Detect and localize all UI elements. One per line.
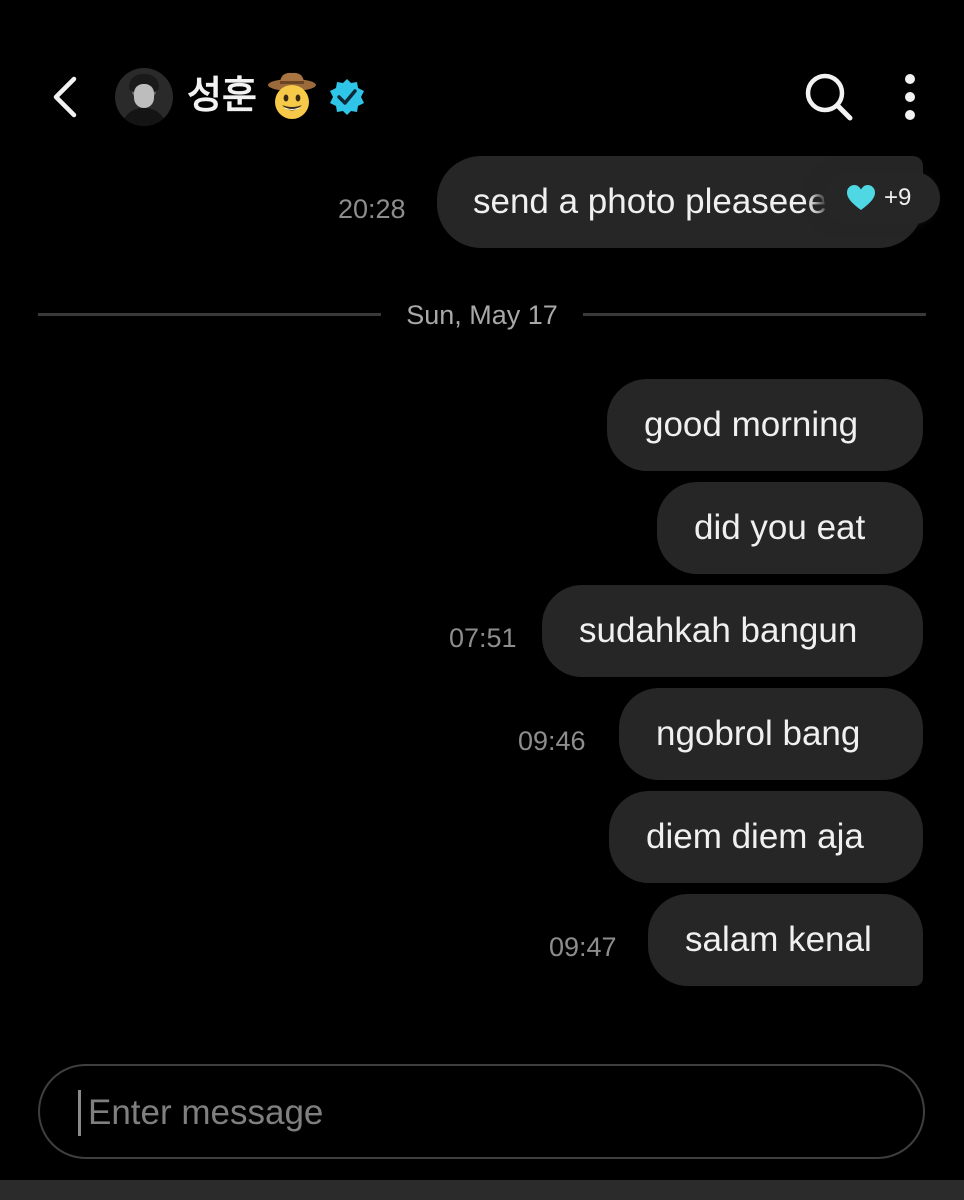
message-text: salam kenal [685, 920, 872, 959]
message-text: sudahkah bangun [579, 611, 858, 650]
heart-icon [847, 185, 875, 210]
message-input[interactable] [86, 1086, 890, 1140]
message-text: send a photo pleaseee [473, 182, 828, 221]
date-separator: Sun, May 17 [406, 300, 558, 330]
back-button[interactable] [40, 72, 90, 122]
date-divider-right [583, 313, 926, 316]
message-bubble[interactable]: diem diem aja [609, 791, 923, 883]
verified-badge-icon [330, 79, 364, 115]
chevron-left-icon [53, 76, 77, 118]
message-time: 07:51 [449, 623, 517, 653]
message-text: good morning [644, 405, 859, 444]
message-time: 09:46 [518, 726, 586, 756]
reaction-count: +9 [884, 184, 912, 211]
reaction-pill[interactable]: +9 [824, 172, 940, 224]
message-time: 09:47 [549, 932, 617, 962]
message-time: 20:28 [338, 194, 406, 224]
message-text: diem diem aja [646, 817, 864, 856]
cowboy-face-emoji-icon [268, 72, 316, 119]
message-bubble[interactable]: sudahkah bangun [542, 585, 923, 677]
message-bubble[interactable]: good morning [607, 379, 923, 471]
message-composer [38, 1064, 925, 1159]
message-bubble[interactable]: did you eat [657, 482, 923, 574]
date-divider-left [38, 313, 381, 316]
message-bubble[interactable]: salam kenal [648, 894, 923, 986]
message-text: ngobrol bang [656, 714, 861, 753]
more-options-button[interactable] [892, 70, 928, 124]
chat-header: 성훈 [0, 60, 964, 136]
search-button[interactable] [802, 70, 856, 124]
bottom-bar [0, 1180, 964, 1200]
text-caret [78, 1090, 81, 1136]
contact-name[interactable]: 성훈 [187, 74, 257, 118]
message-bubble[interactable]: ngobrol bang [619, 688, 923, 780]
message-text: did you eat [694, 508, 866, 547]
search-icon [805, 73, 853, 121]
avatar[interactable] [115, 68, 173, 126]
vertical-dots-icon [905, 74, 915, 120]
